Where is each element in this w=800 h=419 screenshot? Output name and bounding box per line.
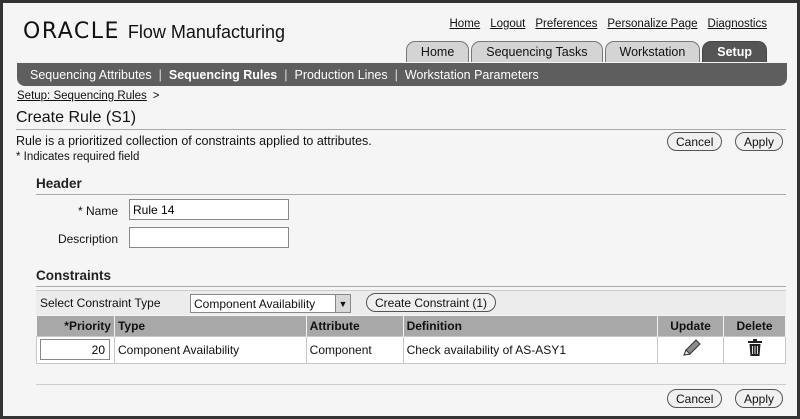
table-row: Component Availability Component Check a…	[36, 335, 786, 364]
description-field[interactable]	[129, 227, 289, 248]
description-label: Description	[57, 232, 118, 246]
subnav-separator: |	[158, 67, 162, 82]
breadcrumb-separator: >	[152, 90, 160, 102]
divider	[16, 129, 786, 130]
column-header-type: Type	[114, 316, 307, 336]
constraint-type-value: Component Availability	[194, 296, 316, 311]
page-title: Create Rule (S1)	[16, 109, 137, 126]
product-name: Flow Manufacturing	[127, 22, 285, 42]
create-constraint-button[interactable]: Create Constraint (1)	[366, 293, 497, 312]
preferences-link[interactable]: Preferences	[535, 18, 597, 30]
chevron-down-icon[interactable]: ▼	[335, 295, 350, 312]
tab-workstation[interactable]: Workstation	[604, 41, 701, 62]
subnav-separator: |	[284, 67, 288, 82]
constraints-table: *Priority Type Attribute Definition Upda…	[36, 316, 786, 364]
column-header-attribute: Attribute	[306, 316, 404, 336]
global-links: Home Logout Preferences Personalize Page…	[450, 18, 768, 30]
column-header-definition: Definition	[403, 316, 659, 336]
subnav-sequencing-attributes[interactable]: Sequencing Attributes	[30, 68, 152, 82]
apply-button-bottom[interactable]: Apply	[735, 389, 784, 408]
tab-sequencing-tasks[interactable]: Sequencing Tasks	[471, 41, 603, 62]
required-field-note: * Indicates required field	[16, 151, 140, 163]
column-header-priority: *Priority	[36, 316, 115, 336]
page-description: Rule is a prioritized collection of cons…	[16, 134, 372, 148]
brand-name: ORACLE	[23, 19, 120, 44]
type-cell: Component Availability	[113, 335, 307, 364]
cancel-button-top[interactable]: Cancel	[667, 132, 723, 151]
personalize-page-link[interactable]: Personalize Page	[607, 18, 697, 30]
column-header-update: Update	[657, 316, 724, 336]
subnav-sequencing-rules[interactable]: Sequencing Rules	[169, 68, 277, 82]
tab-setup[interactable]: Setup	[702, 41, 767, 62]
update-cell	[657, 335, 724, 364]
divider	[36, 286, 786, 287]
subnav-separator: |	[394, 67, 398, 82]
apply-button-top[interactable]: Apply	[735, 132, 784, 151]
header-section-heading: Header	[36, 176, 82, 191]
pencil-icon[interactable]	[680, 338, 702, 361]
logout-link[interactable]: Logout	[490, 18, 525, 30]
constraints-section-heading: Constraints	[36, 268, 112, 283]
main-tabs: Home Sequencing Tasks Workstation Setup	[405, 41, 767, 62]
subnav-workstation-parameters[interactable]: Workstation Parameters	[405, 68, 539, 82]
column-header-delete: Delete	[723, 316, 786, 336]
home-link[interactable]: Home	[450, 18, 481, 30]
oracle-logo: ORACLE Flow Manufacturing	[23, 19, 285, 44]
diagnostics-link[interactable]: Diagnostics	[708, 18, 767, 30]
priority-input[interactable]	[40, 339, 110, 360]
divider	[36, 384, 786, 385]
breadcrumb-setup-sequencing-rules[interactable]: Setup: Sequencing Rules	[17, 90, 147, 102]
table-header-row: *Priority Type Attribute Definition Upda…	[36, 316, 786, 336]
definition-cell: Check availability of AS-ASY1	[402, 335, 659, 364]
cancel-button-bottom[interactable]: Cancel	[667, 389, 723, 408]
select-constraint-type-label: Select Constraint Type	[40, 296, 161, 310]
priority-cell	[36, 335, 115, 364]
divider	[36, 194, 786, 195]
app-frame: ORACLE Flow Manufacturing Home Logout Pr…	[0, 0, 800, 419]
sub-navigation: Sequencing Attributes | Sequencing Rules…	[17, 63, 787, 86]
trash-icon[interactable]	[747, 339, 763, 360]
name-label: * Name	[77, 204, 118, 218]
attribute-cell: Component	[305, 335, 404, 364]
delete-cell	[723, 335, 786, 364]
tab-home[interactable]: Home	[405, 41, 470, 62]
name-field[interactable]	[129, 199, 289, 220]
subnav-production-lines[interactable]: Production Lines	[294, 68, 387, 82]
breadcrumb: Setup: Sequencing Rules >	[17, 90, 160, 102]
constraint-type-select[interactable]: Component Availability ▼	[190, 294, 351, 313]
